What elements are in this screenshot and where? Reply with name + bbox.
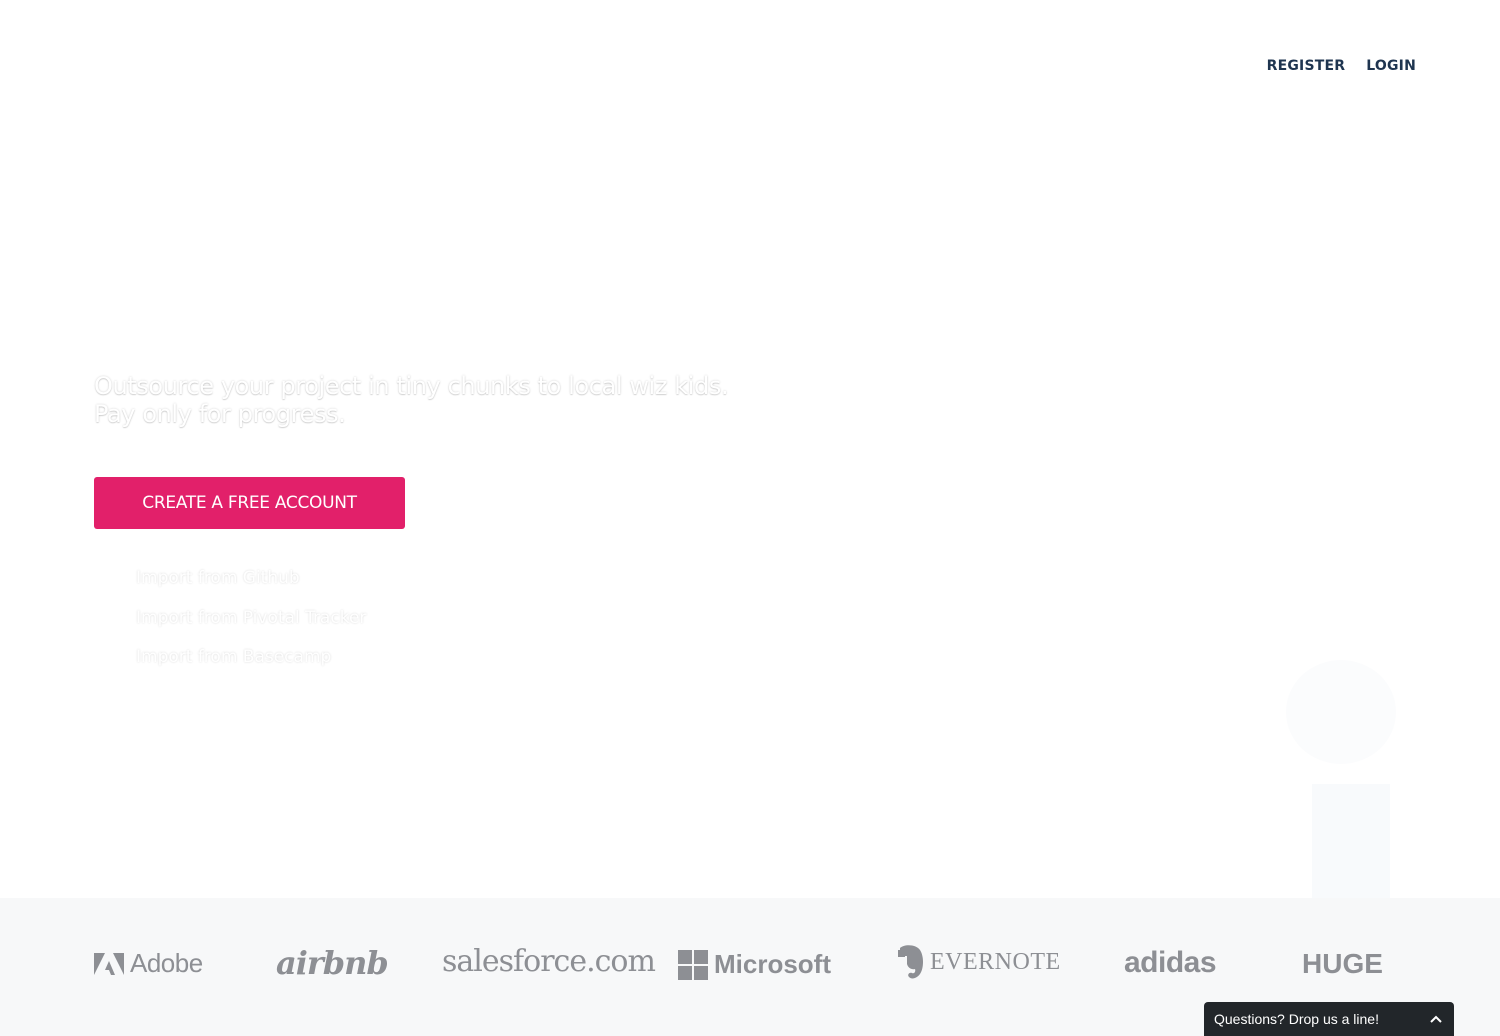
adidas-wordmark: adidas — [1124, 946, 1217, 979]
top-nav: REGISTER LOGIN — [1267, 58, 1416, 74]
microsoft-logo: Microsoft — [678, 949, 831, 980]
adobe-logo: Adobe — [94, 948, 203, 979]
register-link[interactable]: REGISTER — [1267, 58, 1346, 74]
login-link[interactable]: LOGIN — [1366, 58, 1416, 74]
import-basecamp-link[interactable]: Import from Basecamp — [136, 647, 366, 667]
microsoft-windows-icon — [678, 949, 708, 980]
microsoft-wordmark: Microsoft — [714, 949, 831, 979]
hero-tagline: Outsource your project in tiny chunks to… — [94, 372, 729, 428]
huge-logo: HUGE — [1302, 948, 1383, 980]
import-options: Import from Github Import from Pivotal T… — [136, 568, 366, 687]
adobe-mark-icon — [94, 952, 124, 975]
import-pivotal-tracker-link[interactable]: Import from Pivotal Tracker — [136, 608, 366, 628]
landing-page: REGISTER LOGIN Outsource your project in… — [0, 0, 1500, 1036]
adidas-logo: adidas — [1124, 946, 1217, 980]
evernote-elephant-icon — [898, 945, 923, 979]
hero-decoration-circle — [1286, 660, 1396, 764]
adobe-wordmark: Adobe — [130, 948, 203, 978]
salesforce-wordmark: salesforce.com — [442, 944, 656, 979]
airbnb-logo: airbnb — [276, 944, 389, 982]
chat-widget-bar[interactable]: Questions? Drop us a line! — [1204, 1002, 1454, 1036]
salesforce-logo: salesforce.com — [442, 944, 656, 979]
chat-widget-label: Questions? Drop us a line! — [1214, 1011, 1379, 1027]
airbnb-wordmark: airbnb — [276, 944, 389, 982]
hero-decoration-shape — [1312, 784, 1390, 899]
evernote-wordmark: EVERNOTE — [930, 948, 1061, 975]
hero-tagline-line2: Pay only for progress. — [94, 400, 346, 428]
chevron-up-icon[interactable] — [1430, 1013, 1442, 1025]
import-github-link[interactable]: Import from Github — [136, 568, 366, 588]
evernote-logo: EVERNOTE — [894, 944, 1061, 980]
hero-tagline-line1: Outsource your project in tiny chunks to… — [94, 372, 729, 400]
create-free-account-button[interactable]: CREATE A FREE ACCOUNT — [94, 477, 405, 529]
huge-wordmark: HUGE — [1302, 948, 1383, 979]
